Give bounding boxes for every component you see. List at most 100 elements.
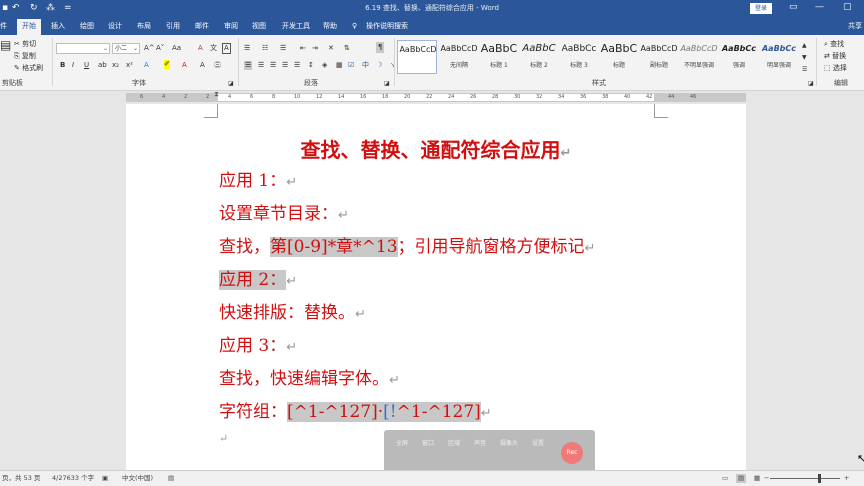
paragraph-dialog-launcher-icon[interactable]: ◪: [384, 79, 390, 88]
tab-design[interactable]: 设计: [108, 21, 122, 31]
zoom-slider-thumb[interactable]: [818, 474, 821, 483]
subscript-icon[interactable]: x₂: [112, 61, 119, 70]
checkbox-icon[interactable]: ☑: [348, 61, 354, 70]
char-shading-icon[interactable]: A: [200, 61, 205, 70]
highlight-icon[interactable]: ✐: [164, 60, 170, 69]
strikethrough-icon[interactable]: ab: [98, 61, 107, 70]
tab-review[interactable]: 审阅: [224, 21, 238, 31]
tab-file[interactable]: 件: [0, 21, 7, 31]
style-subtle-emphasis[interactable]: AaBbCcD 不明显强调: [679, 40, 719, 74]
sort-icon[interactable]: ⇅: [344, 44, 350, 53]
login-button[interactable]: 登录: [750, 3, 772, 14]
zoom-out-icon[interactable]: −: [764, 474, 769, 483]
grow-font-button[interactable]: A^: [144, 44, 155, 53]
italic-button[interactable]: I: [72, 61, 74, 70]
decrease-indent-icon[interactable]: ⇤: [300, 44, 306, 53]
indent-marker-icon[interactable]: ⧗: [214, 91, 219, 98]
show-marks-icon[interactable]: ¶: [376, 42, 385, 53]
phonetic-guide-button[interactable]: 文: [210, 44, 217, 53]
format-painter-button[interactable]: ✎ 格式刷: [14, 64, 43, 73]
record-button[interactable]: Rec: [561, 442, 583, 464]
tab-developer[interactable]: 开发工具: [282, 21, 310, 31]
zoom-slider-track[interactable]: [770, 478, 840, 479]
text-effects-icon[interactable]: A: [144, 61, 149, 70]
web-layout-icon[interactable]: ▦: [754, 474, 760, 483]
justify-icon[interactable]: ☰: [282, 61, 288, 70]
style-normal[interactable]: AaBbCcD: [397, 40, 437, 74]
tab-mailings[interactable]: 邮件: [195, 21, 209, 31]
font-size-combo[interactable]: 小二 ⌄: [112, 43, 140, 54]
proofing-icon[interactable]: ▣: [102, 474, 108, 483]
minimize-icon[interactable]: —: [815, 2, 824, 12]
print-layout-icon[interactable]: ▤: [736, 474, 747, 483]
recorder-fullscreen[interactable]: 全屏: [396, 438, 408, 447]
numbering-icon[interactable]: ☷: [262, 44, 268, 53]
macro-icon[interactable]: ▤: [168, 474, 174, 483]
horizontal-ruler[interactable]: 6 4 2 2 4 6 8 10 12 14 16 18 20 22 24 26 28 30 32 34 36 38 40 4…: [0, 91, 864, 104]
styles-more-icon[interactable]: ☰: [802, 65, 807, 74]
align-left-icon[interactable]: ☰: [244, 61, 253, 70]
replace-button[interactable]: ⇄ 替换: [824, 52, 846, 61]
shrink-font-button[interactable]: A˅: [156, 44, 164, 53]
paste-icon[interactable]: ▤: [0, 39, 11, 51]
restore-icon[interactable]: ▢: [843, 2, 852, 12]
styles-dialog-launcher-icon[interactable]: ◪: [808, 79, 814, 88]
style-no-spacing[interactable]: AaBbCcD 无间隔: [439, 40, 479, 74]
style-heading-3[interactable]: AaBbCc 标题 3: [559, 40, 599, 74]
zh-layout-button[interactable]: 中: [362, 61, 369, 70]
moon-icon[interactable]: ☽: [376, 61, 382, 70]
page-count[interactable]: 页，共 53 页: [2, 474, 40, 483]
bullets-icon[interactable]: ☰: [244, 44, 250, 53]
style-subtitle[interactable]: AaBbCcD 副标题: [639, 40, 679, 74]
bold-button[interactable]: B: [60, 61, 65, 70]
copy-button[interactable]: ⎘ 复制: [14, 52, 36, 61]
tab-view[interactable]: 视图: [252, 21, 266, 31]
tab-help[interactable]: 帮助: [323, 21, 337, 31]
styles-scroll-up-icon[interactable]: ▲: [802, 41, 807, 50]
shading-icon[interactable]: ◈: [322, 61, 327, 70]
tab-draw[interactable]: 绘图: [80, 21, 94, 31]
cut-button[interactable]: ✂ 剪切: [14, 40, 36, 49]
find-button[interactable]: ⌕ 查找: [824, 40, 844, 49]
tab-references[interactable]: 引用: [166, 21, 180, 31]
document-page[interactable]: 查找、替换、通配符综合应用↵ 应用 1：↵ 设置章节目录：↵ 查找，第[0-9]*章…: [126, 104, 746, 470]
borders-icon[interactable]: ▦: [336, 61, 343, 70]
style-title[interactable]: AaBbC 标题: [599, 40, 639, 74]
superscript-icon[interactable]: x²: [126, 61, 133, 70]
char-border-button[interactable]: A: [222, 43, 231, 54]
share-button[interactable]: 共享: [848, 21, 862, 31]
underline-button[interactable]: U: [84, 61, 89, 70]
recorder-settings[interactable]: 设置: [532, 438, 544, 447]
tab-insert[interactable]: 插入: [51, 21, 65, 31]
recorder-window[interactable]: 窗口: [422, 438, 434, 447]
styles-scroll-down-icon[interactable]: ▼: [802, 53, 807, 62]
tab-home[interactable]: 开始: [17, 19, 41, 35]
distributed-icon[interactable]: ☰: [294, 61, 300, 70]
increase-indent-icon[interactable]: ⇥: [312, 44, 318, 53]
style-heading-1[interactable]: AaBbC 标题 1: [479, 40, 519, 74]
style-intense-emphasis[interactable]: AaBbCc 明显强调: [759, 40, 799, 74]
recorder-camera[interactable]: 摄像头: [500, 438, 518, 447]
recorder-sound[interactable]: 声音: [474, 438, 486, 447]
enclose-char-icon[interactable]: ㊂: [214, 61, 221, 70]
font-dialog-launcher-icon[interactable]: ◪: [228, 79, 234, 88]
tell-me-search[interactable]: 操作说明搜索: [366, 21, 408, 31]
ribbon-display-icon[interactable]: ▭: [789, 2, 798, 12]
change-case-button[interactable]: Aa: [172, 44, 181, 53]
style-emphasis[interactable]: AaBbCc 强调: [719, 40, 759, 74]
font-color-icon[interactable]: A: [182, 61, 187, 70]
align-right-icon[interactable]: ☰: [270, 61, 276, 70]
style-heading-2[interactable]: AaBbC 标题 2: [519, 40, 559, 74]
focus-mode-icon[interactable]: ▭: [722, 474, 728, 483]
recorder-region[interactable]: 区域: [448, 438, 460, 447]
tab-layout[interactable]: 布局: [137, 21, 151, 31]
chinese-layout-icon[interactable]: ✕: [328, 44, 334, 53]
clear-format-button[interactable]: A: [198, 44, 203, 53]
zoom-in-icon[interactable]: +: [844, 474, 849, 483]
word-count[interactable]: 4/27633 个字: [52, 474, 94, 483]
select-button[interactable]: ⬚ 选择: [824, 64, 847, 73]
align-center-icon[interactable]: ☰: [258, 61, 264, 70]
multilevel-list-icon[interactable]: ☰: [280, 44, 286, 53]
language-indicator[interactable]: 中文(中国): [122, 474, 153, 483]
line-spacing-icon[interactable]: ↕: [308, 61, 314, 70]
